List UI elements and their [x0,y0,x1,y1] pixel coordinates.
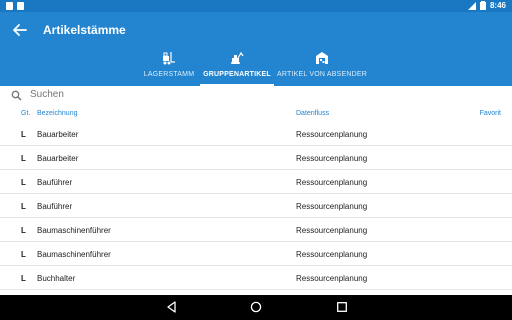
nav-recents-icon[interactable] [336,301,348,313]
cell-bezeichnung: Baumaschinenführer [37,226,111,235]
cell-datenfluss: Ressourcenplanung [296,250,368,259]
warehouse-icon [316,52,328,64]
column-header-favorit[interactable]: Favorit [480,110,501,117]
cell-gt: L [21,130,26,139]
cell-gt: L [21,178,26,187]
cell-datenfluss: Ressourcenplanung [296,154,368,163]
tab-lagerstamm[interactable]: LAGERSTAMM [138,48,200,86]
status-time: 8:46 [489,1,506,10]
table-row[interactable]: L Bauführer Ressourcenplanung [0,194,512,218]
column-header-datenfluss[interactable]: Datenfluss [296,110,329,117]
table-row[interactable]: L Buchhalter Ressourcenplanung [0,266,512,290]
column-header-bezeichnung[interactable]: Bezeichnung [37,110,77,117]
tab-label: GRUPPENARTIKEL [203,71,271,78]
cell-bezeichnung: Baumaschinenführer [37,250,111,259]
table-header: Gt. Bezeichnung Datenfluss Favorit [0,108,512,122]
cell-datenfluss: Ressourcenplanung [296,178,368,187]
tab-label: LAGERSTAMM [143,71,195,78]
nav-back-icon[interactable] [166,301,178,313]
battery-icon [479,1,486,10]
table-row[interactable]: L Baumaschinenführer Ressourcenplanung [0,242,512,266]
back-arrow-icon[interactable] [12,22,28,38]
page-title: Artikelstämme [43,23,126,37]
notification-icon [17,2,24,10]
table-body: L Bauarbeiter Ressourcenplanung L Bauarb… [0,122,512,290]
cell-gt: L [21,154,26,163]
cell-datenfluss: Ressourcenplanung [296,274,368,283]
tab-label: ARTIKEL VON ABSENDER [277,71,367,78]
signal-icon [467,1,476,10]
cell-datenfluss: Ressourcenplanung [296,202,368,211]
tab-gruppenartikel[interactable]: GRUPPENARTIKEL [200,48,274,86]
notification-icons [6,2,24,10]
nav-home-icon[interactable] [250,301,262,313]
table-row[interactable]: L Baumaschinenführer Ressourcenplanung [0,218,512,242]
excavator-icon [231,51,244,64]
search-input[interactable] [30,89,430,100]
cell-datenfluss: Ressourcenplanung [296,130,368,139]
cell-gt: L [21,226,26,235]
table-row[interactable]: L Bauarbeiter Ressourcenplanung [0,146,512,170]
forklift-icon [163,52,175,65]
cell-datenfluss: Ressourcenplanung [296,226,368,235]
app-bar: Artikelstämme LAGERSTAMM GRUPPENARTIKEL [0,12,512,86]
cell-gt: L [21,202,26,211]
column-header-gt[interactable]: Gt. [21,110,30,117]
notification-icon [6,2,13,10]
table-row[interactable]: L Bauführer Ressourcenplanung [0,170,512,194]
search-icon [11,90,22,101]
cell-bezeichnung: Buchhalter [37,274,76,283]
search-bar [0,86,512,106]
navigation-bar [0,295,512,320]
status-bar: 8:46 [0,0,512,12]
cell-bezeichnung: Bauführer [37,178,73,187]
tab-artikel-von-absender[interactable]: ARTIKEL VON ABSENDER [274,48,370,86]
cell-bezeichnung: Bauführer [37,202,73,211]
system-icons: 8:46 [467,1,506,10]
cell-gt: L [21,274,26,283]
tab-bar: LAGERSTAMM GRUPPENARTIKEL ARTIKEL VON AB… [138,48,370,86]
cell-bezeichnung: Bauarbeiter [37,130,79,139]
table-row[interactable]: L Bauarbeiter Ressourcenplanung [0,122,512,146]
cell-bezeichnung: Bauarbeiter [37,154,79,163]
cell-gt: L [21,250,26,259]
